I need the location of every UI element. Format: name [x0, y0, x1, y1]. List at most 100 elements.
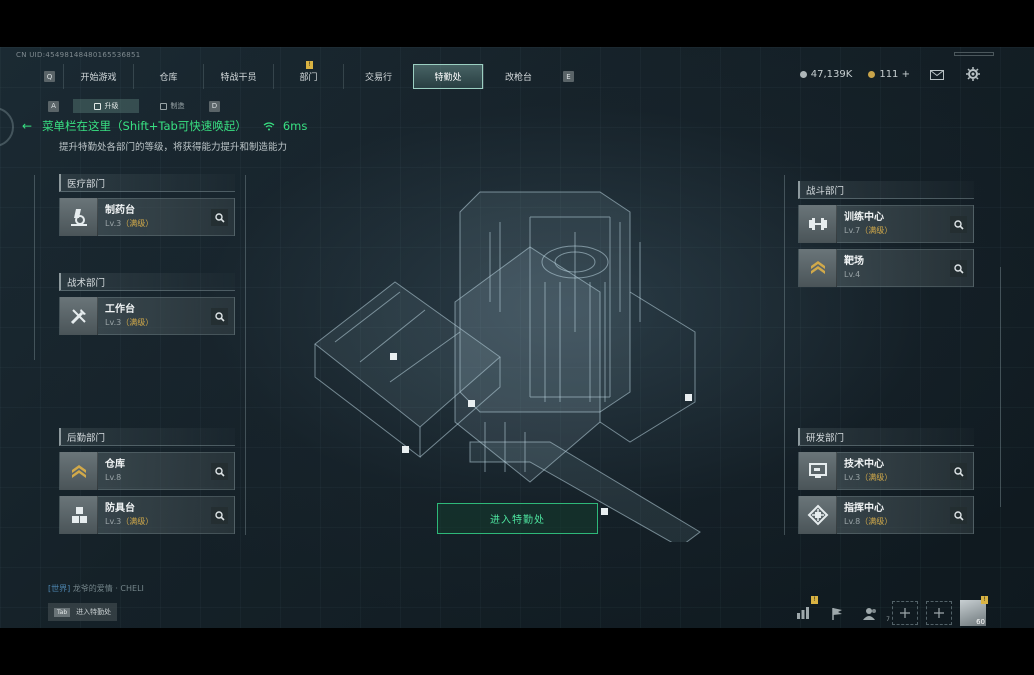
player-avatar[interactable]: 60 !	[960, 596, 988, 626]
overlay-text: 菜单栏在这里（Shift+Tab可快速唤起）	[42, 119, 247, 133]
frame-line	[1000, 267, 1001, 507]
add-slot-button[interactable]	[892, 601, 918, 625]
world-chat[interactable]: [世界] 龙爷的爱情 · CHELI	[48, 583, 144, 594]
dept-tactical: 战术部门 工作台 Lv.3（满级）	[59, 273, 235, 335]
facility-level: Lv.4	[844, 270, 861, 279]
alert-badge: !	[811, 596, 818, 604]
facility-level: Lv.3（满级）	[844, 473, 893, 482]
overlay-banner: ← 菜单栏在这里（Shift+Tab可快速唤起） 6ms	[22, 118, 307, 134]
facility-card-warehouse[interactable]: 仓库 Lv.8	[59, 452, 235, 490]
facility-name: 制药台	[105, 205, 135, 216]
flag-icon	[832, 607, 842, 620]
tab-hint[interactable]: Tab 进入特勤处	[48, 603, 118, 621]
facility-level: Lv.3（满级）	[105, 318, 154, 327]
bar-chart-icon	[797, 607, 809, 619]
dept-title: 医疗部门	[59, 174, 235, 192]
ping-indicator: 6ms	[263, 119, 307, 133]
side-ring-decoration	[0, 107, 14, 147]
sub-tabs: A 升级 制造 D	[48, 99, 220, 113]
search-icon[interactable]	[950, 507, 967, 524]
tab-special-ops[interactable]: 特勤处	[413, 64, 483, 89]
stats-button[interactable]: !	[790, 596, 818, 625]
craft-icon	[159, 102, 167, 110]
facility-card-armor-bench[interactable]: 防具台 Lv.3（满级）	[59, 496, 235, 534]
facility-card-shooting-range[interactable]: 靶场 Lv.4	[798, 249, 974, 287]
facility-name: 指挥中心	[844, 503, 884, 514]
dumbbell-icon	[799, 205, 837, 243]
search-icon[interactable]	[211, 463, 228, 480]
page-description: 提升特勤处各部门的等级，将获得能力提升和制造能力	[59, 142, 288, 153]
subtab-left-key[interactable]: A	[48, 100, 59, 112]
facility-name: 工作台	[105, 304, 135, 315]
search-icon[interactable]	[211, 308, 228, 325]
dept-research: 研发部门 技术中心 Lv.3（满级） 指挥中心 Lv.8（满级）	[798, 428, 974, 534]
upgrade-icon	[93, 102, 101, 110]
tools-icon	[60, 297, 98, 335]
flag-button[interactable]	[824, 601, 850, 625]
facility-card-training-center[interactable]: 训练中心 Lv.7（满级）	[798, 205, 974, 243]
plus-icon	[900, 608, 910, 618]
search-icon[interactable]	[950, 216, 967, 233]
chevron-rank-icon	[60, 452, 98, 490]
frame-line	[784, 175, 785, 535]
tab-operators[interactable]: 特战干员	[203, 64, 273, 89]
search-icon[interactable]	[211, 209, 228, 226]
subtab-craft[interactable]: 制造	[139, 99, 205, 113]
alert-badge: !	[306, 61, 313, 69]
arrow-left-icon[interactable]: ←	[22, 119, 32, 133]
chip-icon	[799, 496, 837, 534]
facility-card-command-center[interactable]: 指挥中心 Lv.8（满级）	[798, 496, 974, 534]
users-icon	[863, 607, 876, 620]
letterbox-top	[0, 0, 1034, 47]
tab-start-game[interactable]: 开始游戏	[63, 64, 133, 89]
top-right-tag	[954, 52, 994, 56]
facility-name: 训练中心	[844, 212, 884, 223]
facility-card-pharmacy[interactable]: 制药台 Lv.3（满级）	[59, 198, 235, 236]
bottom-toolbar: ! 7 60 !	[790, 596, 988, 626]
dept-medical: 医疗部门 制药台 Lv.3（满级）	[59, 174, 235, 236]
facility-level: Lv.3（满级）	[105, 219, 154, 228]
dept-logistics: 后勤部门 仓库 Lv.8 防具台 Lv.3（满级）	[59, 428, 235, 534]
facility-card-workbench[interactable]: 工作台 Lv.3（满级）	[59, 297, 235, 335]
gold-coin-icon	[868, 70, 876, 78]
mail-icon[interactable]	[930, 70, 944, 80]
subtab-upgrade[interactable]: 升级	[73, 99, 139, 113]
microscope-icon	[60, 198, 98, 236]
plus-icon	[934, 608, 944, 618]
search-icon[interactable]	[950, 463, 967, 480]
search-icon[interactable]	[950, 260, 967, 277]
silver-currency: 47,139K	[799, 69, 852, 80]
facility-level: Lv.7（满级）	[844, 226, 893, 235]
facility-card-tech-center[interactable]: 技术中心 Lv.3（满级）	[798, 452, 974, 490]
tab-trading[interactable]: 交易行	[343, 64, 413, 89]
search-icon[interactable]	[211, 507, 228, 524]
facility-name: 靶场	[844, 256, 864, 267]
squad-button[interactable]: 7	[858, 601, 890, 625]
tab-department[interactable]: ! 部门	[273, 61, 343, 89]
rank-chevrons-icon	[799, 249, 837, 287]
silver-coin-icon	[799, 70, 807, 78]
gold-currency[interactable]: 111 +	[868, 69, 910, 80]
cubes-icon	[60, 496, 98, 534]
tab-warehouse[interactable]: 仓库	[133, 64, 203, 89]
player-uid: CN UID:45498148480165536851	[16, 51, 141, 59]
facility-level: Lv.8	[105, 473, 122, 482]
nav-right-key[interactable]: E	[563, 71, 574, 82]
letterbox-bottom	[0, 628, 1034, 675]
wifi-icon	[263, 121, 275, 130]
dept-title: 战斗部门	[798, 181, 974, 199]
nav-left-key[interactable]: Q	[44, 71, 55, 82]
subtab-right-key[interactable]: D	[209, 100, 220, 112]
gear-icon[interactable]	[966, 67, 980, 81]
top-nav: Q 开始游戏 仓库 特战干员 ! 部门 交易行 特勤处 改枪台 E	[44, 61, 574, 89]
enter-special-ops-button[interactable]: 进入特勤处	[437, 503, 598, 534]
facility-name: 仓库	[105, 459, 125, 470]
facility-name: 技术中心	[844, 459, 884, 470]
game-stage: CN UID:45498148480165536851 Q 开始游戏 仓库 特战…	[0, 47, 1034, 628]
add-slot-button[interactable]	[926, 601, 952, 625]
currency-bar: 47,139K 111 +	[799, 69, 910, 80]
dept-title: 战术部门	[59, 273, 235, 291]
dept-combat: 战斗部门 训练中心 Lv.7（满级） 靶场 Lv.4	[798, 181, 974, 287]
dept-title: 后勤部门	[59, 428, 235, 446]
tab-gunsmith[interactable]: 改枪台	[483, 64, 553, 89]
